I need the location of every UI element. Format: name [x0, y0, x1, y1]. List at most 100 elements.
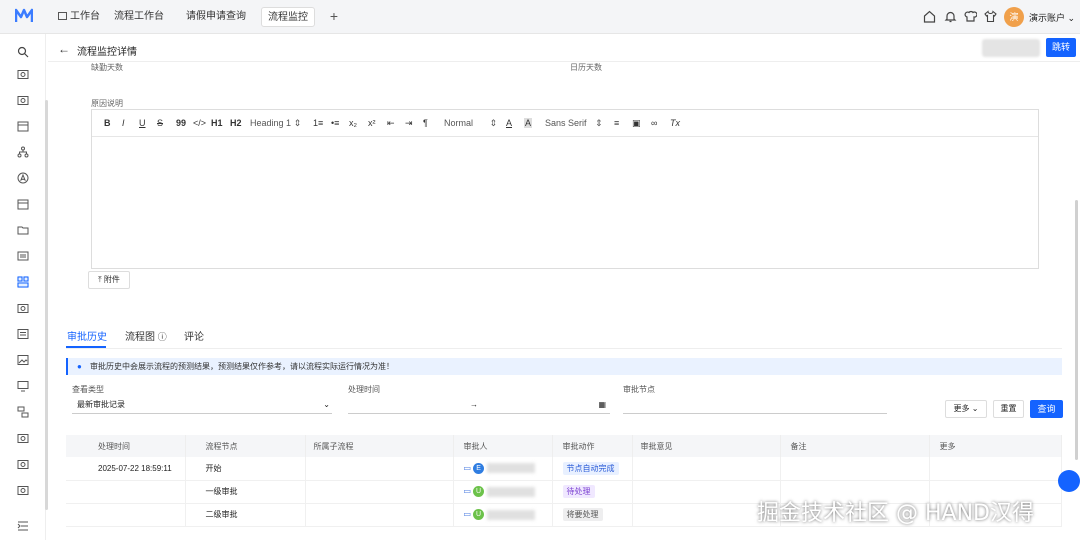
cell-node: 开始 — [185, 457, 306, 481]
nav-compass-icon[interactable] — [17, 172, 29, 184]
cell-subprocess — [305, 503, 454, 527]
size-select[interactable]: Normal ⇕ — [444, 118, 497, 129]
col-remark: 备注 — [780, 435, 930, 457]
collapse-menu-icon[interactable] — [17, 520, 29, 532]
cell-approver: ▭ U — [453, 480, 553, 504]
view-type-label: 查看类型 — [72, 385, 104, 394]
outdent-button[interactable]: ⇤ — [387, 118, 395, 129]
blurred-button[interactable] — [982, 39, 1040, 57]
attach-button[interactable]: ⤒ 附件 — [88, 271, 130, 289]
cell-time: 2025-07-22 18:59:11 — [66, 457, 186, 481]
nav-image-icon[interactable] — [17, 354, 29, 366]
background-color-icon[interactable]: A — [524, 118, 533, 128]
home-icon[interactable] — [923, 10, 936, 23]
more-button[interactable]: 更多 ⌄ — [945, 400, 987, 418]
cell-subprocess — [305, 480, 454, 504]
tab-process-monitor[interactable]: 流程监控 — [261, 7, 315, 27]
id-card-icon: ▭ — [463, 509, 472, 519]
add-tab-button[interactable]: + — [326, 6, 342, 26]
bullet-list-button[interactable]: •≡ — [331, 118, 339, 128]
bell-icon[interactable] — [944, 10, 957, 23]
tab-workbench[interactable]: 工作台 — [52, 7, 106, 27]
back-arrow-icon[interactable]: ← — [58, 42, 70, 56]
align-icon[interactable]: ≡ — [614, 118, 619, 128]
nav-camera6-icon[interactable] — [17, 484, 29, 496]
ordered-list-button[interactable]: 1≡ — [313, 118, 323, 128]
quote-button[interactable]: 99 — [176, 118, 186, 128]
nav-camera3-icon[interactable] — [17, 302, 29, 314]
time-range-input[interactable]: → ▦ — [348, 397, 610, 414]
missing-days-label: 缺勤天数 — [91, 63, 123, 72]
nav-monitor-icon[interactable] — [17, 276, 29, 288]
status-badge: 节点自动完成 — [562, 461, 619, 475]
page-scrollbar[interactable] — [1075, 200, 1078, 460]
user-avatar[interactable]: 演 — [1004, 7, 1024, 27]
reason-label: 原因说明 — [91, 99, 123, 108]
col-more: 更多 — [929, 435, 1062, 457]
nav-org-icon[interactable] — [17, 146, 29, 158]
node-input[interactable] — [623, 397, 887, 414]
chevron-updown-icon: ⇕ — [595, 118, 603, 128]
blurred-name — [487, 463, 536, 474]
nav-camera5-icon[interactable] — [17, 458, 29, 470]
cell-more — [929, 457, 1062, 481]
nav-stack-icon[interactable] — [17, 406, 29, 418]
link-icon[interactable]: ∞ — [651, 118, 657, 128]
strike-button[interactable]: S — [157, 118, 163, 128]
page-header: ← 流程监控详情 跳转 — [48, 34, 1080, 62]
user-menu[interactable]: 演示账户 ⌄ — [1029, 11, 1075, 24]
nav-camera4-icon[interactable] — [17, 432, 29, 444]
status-badge: 将要处理 — [562, 508, 603, 521]
search-button[interactable]: 查询 — [1030, 400, 1063, 418]
node-label: 审批节点 — [623, 385, 655, 394]
time-label: 处理时间 — [348, 385, 380, 394]
cell-approver: ▭ U — [453, 503, 553, 527]
tab-approval-history[interactable]: 审批历史 — [67, 328, 107, 343]
nav-screen-icon[interactable] — [17, 380, 29, 392]
italic-button[interactable]: I — [122, 118, 125, 128]
sidebar-scrollbar[interactable] — [45, 100, 48, 510]
indent-button[interactable]: ⇥ — [405, 118, 413, 129]
cell-subprocess — [305, 457, 454, 481]
chevron-updown-icon: ⇕ — [489, 118, 498, 128]
app-logo-icon[interactable] — [15, 8, 33, 24]
search-icon[interactable] — [17, 46, 29, 58]
clear-format-button[interactable]: Tx — [670, 118, 680, 128]
underline-button[interactable]: U — [139, 118, 146, 128]
nav-folder-icon[interactable] — [17, 224, 29, 236]
cell-action: 节点自动完成 — [552, 457, 633, 481]
tab-leave-query[interactable]: 请假申请查询 — [180, 7, 252, 27]
heading-select[interactable]: Heading 1 ⇕ — [250, 118, 301, 129]
table-row: 2025-07-22 18:59:11 开始 ▭ E 节点自动完成 — [66, 457, 1062, 481]
superscript-button[interactable]: x² — [368, 118, 376, 128]
chat-assistant-icon[interactable] — [1058, 470, 1080, 492]
chevron-down-icon: ⌄ — [323, 400, 330, 409]
font-color-icon[interactable]: A — [506, 118, 512, 128]
nav-list-icon[interactable] — [17, 328, 29, 340]
code-button[interactable]: </> — [193, 118, 206, 128]
tab-process-workbench[interactable]: 流程工作台 — [108, 7, 170, 27]
nav-camera2-icon[interactable] — [17, 94, 29, 106]
font-select[interactable]: Sans Serif ⇕ — [545, 118, 603, 129]
cell-time — [66, 480, 186, 504]
col-opinion: 审批意见 — [632, 435, 781, 457]
rtl-button[interactable]: ¶ — [423, 118, 428, 128]
upload-icon: ⤒ — [98, 275, 102, 284]
h1-button[interactable]: H1 — [211, 118, 223, 128]
subscript-button[interactable]: x₂ — [349, 118, 357, 128]
nav-grid-icon[interactable] — [17, 250, 29, 262]
nav-camera-icon[interactable] — [17, 68, 29, 80]
nav-calendar2-icon[interactable] — [17, 198, 29, 210]
reset-button[interactable]: 重置 — [993, 400, 1024, 418]
tab-comments[interactable]: 评论 — [184, 328, 204, 343]
jump-button[interactable]: 跳转 — [1046, 38, 1076, 57]
editor-content[interactable] — [92, 138, 1038, 268]
shirt-icon[interactable] — [984, 10, 997, 23]
chef-hat-icon[interactable] — [964, 10, 977, 23]
h2-button[interactable]: H2 — [230, 118, 242, 128]
image-icon[interactable]: ▣ — [632, 118, 641, 129]
bold-button[interactable]: B — [104, 118, 111, 128]
nav-calendar-icon[interactable] — [17, 120, 29, 132]
view-type-select[interactable]: 最新审批记录 ⌄ — [72, 397, 332, 414]
tab-flowchart[interactable]: 流程图 ⓘ — [125, 328, 167, 343]
